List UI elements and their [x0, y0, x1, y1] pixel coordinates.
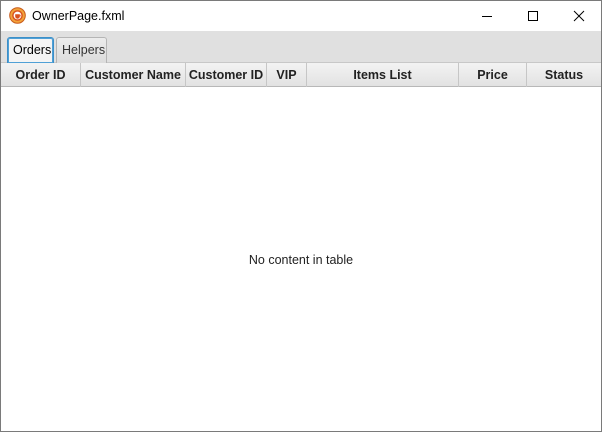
tab-helpers[interactable]: Helpers: [56, 37, 107, 63]
maximize-button[interactable]: [510, 1, 556, 31]
empty-table-placeholder: No content in table: [248, 253, 354, 267]
tab-strip: Orders Helpers: [1, 31, 601, 63]
column-header-customer-name[interactable]: Customer Name: [81, 63, 186, 87]
tab-orders[interactable]: Orders: [7, 37, 54, 63]
window-title: OwnerPage.fxml: [32, 9, 125, 23]
column-header-items-list[interactable]: Items List: [307, 63, 459, 87]
minimize-icon: [482, 16, 492, 17]
maximize-icon: [528, 11, 538, 21]
column-header-price[interactable]: Price: [459, 63, 527, 87]
app-window: OwnerPage.fxml Orders Helpers Order ID C…: [0, 0, 602, 432]
title-bar[interactable]: OwnerPage.fxml: [1, 1, 601, 31]
close-icon: [573, 10, 585, 22]
minimize-button[interactable]: [464, 1, 510, 31]
column-header-order-id[interactable]: Order ID: [1, 63, 81, 87]
column-header-customer-id[interactable]: Customer ID: [186, 63, 267, 87]
java-coffee-icon: [9, 7, 26, 24]
column-header-vip[interactable]: VIP: [267, 63, 307, 87]
orders-table[interactable]: Order ID Customer Name Customer ID VIP I…: [1, 63, 601, 431]
table-header: Order ID Customer Name Customer ID VIP I…: [1, 63, 601, 87]
column-header-status[interactable]: Status: [527, 63, 601, 87]
close-button[interactable]: [556, 1, 601, 31]
